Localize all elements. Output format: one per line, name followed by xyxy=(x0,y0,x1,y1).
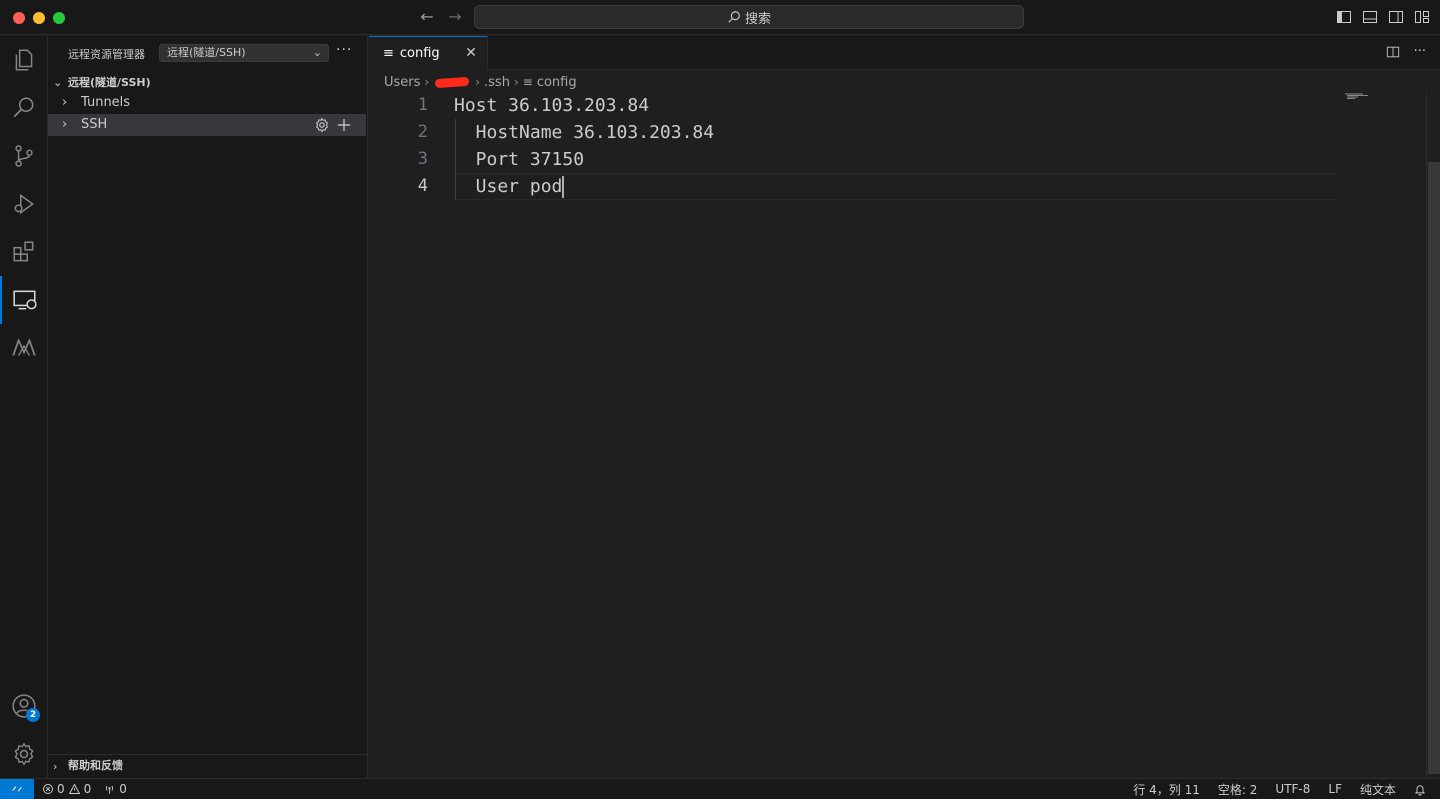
accounts-icon[interactable]: 2 xyxy=(0,682,48,730)
line-number: 4 xyxy=(417,176,428,196)
chevron-right-icon: › xyxy=(62,117,68,132)
explorer-icon[interactable] xyxy=(0,36,48,84)
chevron-right-icon: › xyxy=(62,95,68,110)
activity-bar: 2 xyxy=(0,36,48,778)
remote-explorer-sidebar: 远程资源管理器 远程(隧道/SSH) ⌄ ··· ⌄ 远程(隧道/SSH) › … xyxy=(48,36,368,778)
back-arrow-icon[interactable]: ← xyxy=(418,8,436,26)
code-line: 3 Port 37150 xyxy=(369,146,1369,173)
indentation-setting[interactable]: 空格: 2 xyxy=(1218,781,1258,798)
section-title: 远程(隧道/SSH) xyxy=(68,76,151,89)
warning-count: 0 xyxy=(83,782,92,796)
tab-config[interactable]: ≡ config ✕ xyxy=(369,36,488,70)
configure-gear-icon[interactable] xyxy=(314,117,330,133)
source-control-icon[interactable] xyxy=(0,132,48,180)
chevron-right-icon: › xyxy=(475,75,481,89)
line-number: 1 xyxy=(417,95,428,115)
add-icon[interactable] xyxy=(336,117,352,133)
run-debug-icon[interactable] xyxy=(0,180,48,228)
lines-icon: ≡ xyxy=(383,46,394,61)
tab-label: config xyxy=(399,46,440,61)
search-icon xyxy=(728,11,740,23)
sidebar-header: 远程资源管理器 远程(隧道/SSH) ⌄ ··· xyxy=(48,36,368,70)
code-line-current: 4 User pod xyxy=(369,173,1369,200)
chevron-down-icon: ⌄ xyxy=(53,76,63,89)
more-actions-icon[interactable]: ··· xyxy=(1414,45,1426,59)
title-bar: ← → 搜索 xyxy=(0,0,1440,35)
chevron-right-icon: › xyxy=(513,75,519,89)
extension-m-icon[interactable] xyxy=(0,324,48,372)
extensions-icon[interactable] xyxy=(0,228,48,276)
broadcast-icon xyxy=(106,785,114,794)
redaction-mark xyxy=(434,76,470,88)
language-mode[interactable]: 纯文本 xyxy=(1360,781,1396,798)
scrollbar-thumb[interactable] xyxy=(1428,162,1440,774)
accounts-badge: 2 xyxy=(26,708,40,722)
remote-type-select-value: 远程(隧道/SSH) xyxy=(167,46,246,59)
close-icon[interactable]: ✕ xyxy=(463,45,479,61)
chevron-right-icon: › xyxy=(53,760,58,773)
toggle-panel-icon[interactable] xyxy=(1362,9,1378,25)
line-number: 3 xyxy=(417,149,428,169)
vertical-scrollbar[interactable] xyxy=(1426,92,1440,778)
code-line: 1 Host 36.103.203.84 xyxy=(369,92,1369,119)
remote-type-select[interactable]: 远程(隧道/SSH) ⌄ xyxy=(159,44,329,62)
breadcrumb: Users › › .ssh › ≡ config xyxy=(384,72,577,92)
split-editor-icon[interactable] xyxy=(1386,45,1400,59)
chevron-down-icon: ⌄ xyxy=(312,46,322,59)
status-bar: 0 0 0 行 4，列 11 空格: 2 UTF-8 LF 纯文本 xyxy=(0,778,1440,799)
remote-explorer-icon[interactable] xyxy=(0,276,48,324)
chevron-right-icon: › xyxy=(424,75,430,89)
minimap[interactable] xyxy=(1345,93,1371,99)
ports-indicator[interactable]: 0 xyxy=(103,782,127,796)
tree-item-label: Tunnels xyxy=(81,95,131,110)
search-label: 搜索 xyxy=(744,11,771,27)
eol-setting[interactable]: LF xyxy=(1328,782,1342,796)
code-line: 2 HostName 36.103.203.84 xyxy=(369,119,1369,146)
tree-item-label: SSH xyxy=(81,117,108,132)
lines-icon: ≡ xyxy=(522,75,533,89)
text-cursor xyxy=(562,176,565,198)
tree-item-tunnels[interactable]: › Tunnels xyxy=(48,92,366,114)
error-count: 0 xyxy=(57,782,65,796)
tree-item-ssh[interactable]: › SSH xyxy=(48,114,366,136)
section-header-remote[interactable]: ⌄ 远程(隧道/SSH) xyxy=(48,72,368,94)
code-text: HostName 36.103.203.84 xyxy=(454,122,715,143)
help-feedback-label: 帮助和反馈 xyxy=(68,759,123,772)
ports-count: 0 xyxy=(119,782,127,796)
manage-gear-icon[interactable] xyxy=(0,730,48,778)
line-number: 2 xyxy=(417,122,428,142)
problems-indicator[interactable]: 0 0 xyxy=(42,782,91,796)
breadcrumb-users[interactable]: Users xyxy=(384,75,420,90)
toggle-secondary-sidebar-icon[interactable] xyxy=(1388,9,1404,25)
code-text: Host 36.103.203.84 xyxy=(454,95,650,116)
remote-icon xyxy=(12,786,22,792)
close-window-button[interactable] xyxy=(13,12,25,24)
code-editor[interactable]: 1 Host 36.103.203.84 2 HostName 36.103.2… xyxy=(369,92,1425,778)
maximize-window-button[interactable] xyxy=(53,12,65,24)
command-center-search[interactable]: 搜索 xyxy=(474,5,1024,29)
encoding-setting[interactable]: UTF-8 xyxy=(1275,782,1310,796)
customize-layout-icon[interactable] xyxy=(1414,9,1430,25)
forward-arrow-icon[interactable]: → xyxy=(446,8,464,26)
code-text: User pod xyxy=(454,176,563,197)
toggle-primary-sidebar-icon[interactable] xyxy=(1336,9,1352,25)
cursor-position[interactable]: 行 4，列 11 xyxy=(1133,781,1200,798)
code-text: Port 37150 xyxy=(454,149,585,170)
minimize-window-button[interactable] xyxy=(33,12,45,24)
breadcrumb-config[interactable]: config xyxy=(537,75,577,90)
breadcrumb-ssh[interactable]: .ssh xyxy=(484,75,510,90)
help-feedback-section[interactable]: › 帮助和反馈 xyxy=(48,754,368,778)
warning-icon xyxy=(68,783,80,794)
more-actions-icon[interactable]: ··· xyxy=(336,42,352,58)
editor-tabs: ≡ config ✕ ··· xyxy=(369,36,1440,70)
remote-indicator-button[interactable] xyxy=(0,779,34,799)
search-view-icon[interactable] xyxy=(0,84,48,132)
error-icon xyxy=(43,784,53,794)
bell-icon[interactable] xyxy=(1414,783,1426,796)
code-text-with-cursor: User pod xyxy=(454,173,565,200)
sidebar-title: 远程资源管理器 xyxy=(68,48,145,61)
